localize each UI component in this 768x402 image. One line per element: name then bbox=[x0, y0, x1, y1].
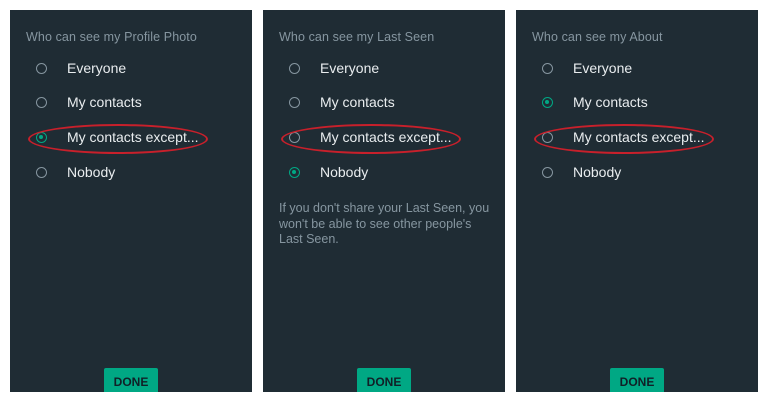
option-label: Nobody bbox=[320, 164, 369, 180]
option-my-contacts-except[interactable]: My contacts except... bbox=[542, 127, 705, 147]
option-label: Everyone bbox=[67, 60, 127, 76]
radio-unselected-icon[interactable] bbox=[542, 166, 553, 178]
radio-unselected-icon[interactable] bbox=[542, 131, 553, 143]
option-my-contacts[interactable]: My contacts bbox=[289, 92, 395, 112]
radio-unselected-icon[interactable] bbox=[289, 131, 300, 143]
option-label: My contacts bbox=[320, 94, 395, 110]
radio-unselected-icon[interactable] bbox=[542, 62, 553, 74]
option-my-contacts-except[interactable]: My contacts except... bbox=[36, 127, 199, 147]
option-everyone[interactable]: Everyone bbox=[289, 58, 379, 78]
done-button[interactable]: DONE bbox=[610, 368, 664, 392]
radio-unselected-icon[interactable] bbox=[289, 62, 300, 74]
done-button[interactable]: DONE bbox=[104, 368, 158, 392]
option-label: Everyone bbox=[320, 60, 380, 76]
radio-unselected-icon[interactable] bbox=[36, 62, 47, 74]
option-label: Nobody bbox=[573, 164, 622, 180]
option-label: My contacts bbox=[67, 94, 142, 110]
option-label: My contacts except... bbox=[67, 129, 199, 145]
option-label: My contacts bbox=[573, 94, 648, 110]
radio-selected-icon[interactable] bbox=[289, 166, 300, 178]
radio-unselected-icon[interactable] bbox=[36, 96, 47, 108]
radio-unselected-icon[interactable] bbox=[289, 96, 300, 108]
last-seen-note: If you don't share your Last Seen, you w… bbox=[279, 201, 490, 246]
radio-unselected-icon[interactable] bbox=[36, 166, 47, 178]
option-everyone[interactable]: Everyone bbox=[36, 58, 126, 78]
option-nobody[interactable]: Nobody bbox=[36, 162, 115, 182]
radio-selected-icon[interactable] bbox=[542, 96, 553, 108]
option-label: My contacts except... bbox=[320, 129, 452, 145]
option-label: Everyone bbox=[573, 60, 633, 76]
dialog-title: Who can see my Last Seen bbox=[279, 30, 435, 44]
privacy-dialog-about: Who can see my About Everyone My contact… bbox=[516, 10, 758, 392]
option-label: My contacts except... bbox=[573, 129, 705, 145]
option-nobody[interactable]: Nobody bbox=[542, 162, 621, 182]
option-my-contacts[interactable]: My contacts bbox=[36, 92, 142, 112]
dialog-title: Who can see my Profile Photo bbox=[26, 30, 197, 44]
option-my-contacts[interactable]: My contacts bbox=[542, 92, 648, 112]
privacy-dialog-profile-photo: Who can see my Profile Photo Everyone My… bbox=[10, 10, 252, 392]
radio-selected-icon[interactable] bbox=[36, 131, 47, 143]
option-nobody[interactable]: Nobody bbox=[289, 162, 368, 182]
option-my-contacts-except[interactable]: My contacts except... bbox=[289, 127, 452, 147]
dialog-title: Who can see my About bbox=[532, 30, 663, 44]
privacy-dialog-last-seen: Who can see my Last Seen Everyone My con… bbox=[263, 10, 505, 392]
done-button[interactable]: DONE bbox=[357, 368, 411, 392]
option-label: Nobody bbox=[67, 164, 116, 180]
option-everyone[interactable]: Everyone bbox=[542, 58, 632, 78]
